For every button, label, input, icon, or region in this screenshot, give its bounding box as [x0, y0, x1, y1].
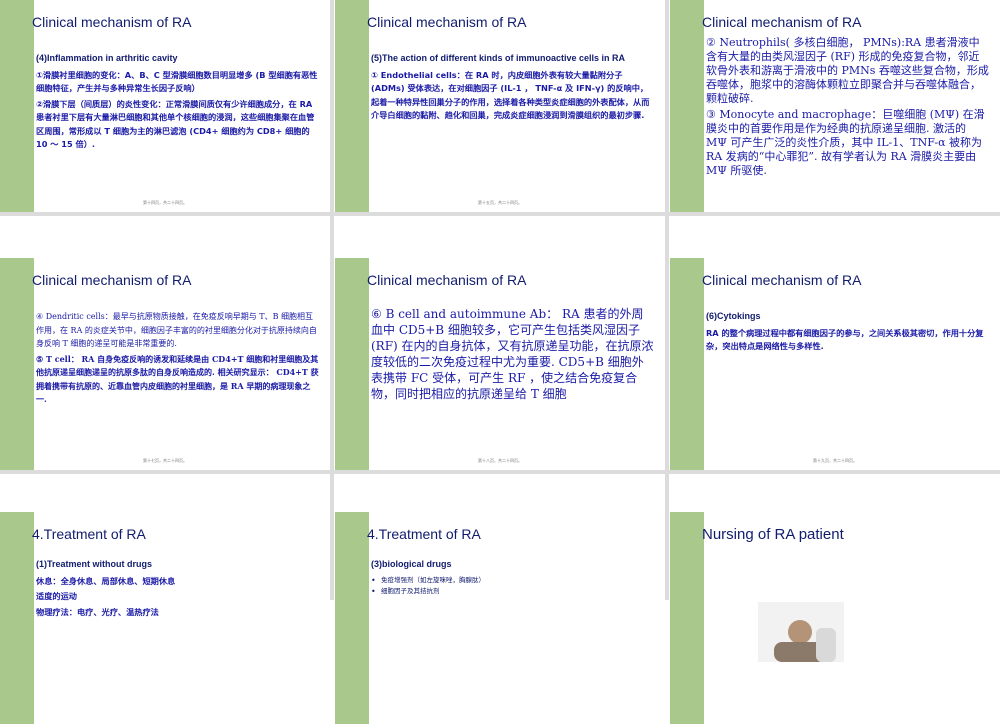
slide-accent-bar	[670, 512, 704, 724]
slide-accent-bar	[0, 512, 34, 724]
list-item: 细胞因子及其拮抗剂	[371, 586, 655, 597]
slide-body: ⑥ B cell and autoimmune Ab： RA 患者的外周血中 C…	[371, 306, 655, 404]
slide-thumbnail[interactable]: Clinical mechanism of RA (4)Inflammation…	[0, 0, 330, 212]
slide-accent-bar	[335, 512, 369, 724]
slide-accent-bar	[335, 258, 369, 470]
slide-thumbnail[interactable]: Clinical mechanism of RA ⑥ B cell and au…	[335, 258, 665, 470]
slide-thumbnail[interactable]: 4.Treatment of RA (1)Treatment without d…	[0, 512, 330, 724]
slide-accent-bar	[0, 0, 34, 212]
slide-paragraph: 休息：全身休息、局部休息、短期休息	[36, 575, 176, 586]
slide-thumbnail[interactable]: Clinical mechanism of RA ④ Dendritic cel…	[0, 258, 330, 470]
slide-accent-bar	[670, 258, 704, 470]
grid-divider	[0, 212, 1000, 216]
slide-title: Clinical mechanism of RA	[32, 272, 192, 288]
slide-paragraph: 适度的运动	[36, 591, 77, 601]
slide-body: (6)Cytokings RA 的整个病理过程中都有细胞因子的参与，之间关系极其…	[706, 310, 990, 356]
slide-accent-bar	[0, 258, 34, 470]
slide-paragraph: ② Neutrophils( 多核白细胞， PMNs):RA 患者滑液中含有大量…	[706, 36, 989, 105]
slide-footer: 第十八页，共二十四页。	[478, 458, 522, 463]
slide-thumbnail[interactable]: Clinical mechanism of RA (5)The action o…	[335, 0, 665, 212]
slide-accent-bar	[335, 0, 369, 212]
slide-paragraph: RA 的整个病理过程中都有细胞因子的参与，之间关系极其密切，作用十分复杂，突出特…	[706, 327, 984, 352]
slide-body: (3)biological drugs 免疫增强剂（如左旋咪唑，胸腺肽） 细胞因…	[371, 558, 655, 597]
slide-body: ④ Dendritic cells：最早与抗原物质接触，在免疫反响早期与 T、B…	[36, 310, 320, 409]
slide-title: Clinical mechanism of RA	[32, 14, 192, 30]
slide-heading: (1)Treatment without drugs	[36, 559, 153, 569]
slide-heading: (6)Cytokings	[706, 311, 761, 321]
slide-accent-bar	[670, 0, 704, 212]
slide-body: (4)Inflammation in arthritic cavity ①滑膜衬…	[36, 52, 320, 154]
slide-title: 4.Treatment of RA	[32, 526, 146, 542]
grid-divider	[330, 0, 334, 600]
patient-photo	[758, 602, 844, 662]
slide-footer: 第十五页，共二十四页。	[478, 200, 522, 205]
slide-sorter-grid: Clinical mechanism of RA (4)Inflammation…	[0, 0, 1000, 724]
bullet-list: 免疫增强剂（如左旋咪唑，胸腺肽） 细胞因子及其拮抗剂	[371, 575, 655, 597]
slide-title: Clinical mechanism of RA	[367, 272, 527, 288]
slide-thumbnail[interactable]: Clinical mechanism of RA (6)Cytokings RA…	[670, 258, 1000, 470]
slide-paragraph: ⑤ T cell： RA 自身免疫反响的诱发和延续是由 CD4+T 细胞和衬里细…	[36, 353, 319, 405]
slide-paragraph: ②滑膜下层（间质层）的炎性变化：正常滑膜间质仅有少许细胞成分，在 RA 患者衬里…	[36, 98, 315, 150]
slide-body: (5)The action of different kinds of immu…	[371, 52, 655, 125]
slide-title: Clinical mechanism of RA	[702, 14, 862, 30]
slide-title: 4.Treatment of RA	[367, 526, 481, 542]
slide-heading: (4)Inflammation in arthritic cavity	[36, 53, 178, 63]
grid-divider	[0, 470, 1000, 474]
slide-footer: 第十四页，共二十四页。	[143, 200, 187, 205]
slide-footer: 第十九页，共二十四页。	[813, 458, 857, 463]
grid-divider	[665, 0, 669, 600]
slide-thumbnail[interactable]: Clinical mechanism of RA ② Neutrophils( …	[670, 0, 1000, 212]
slide-title: Clinical mechanism of RA	[367, 14, 527, 30]
slide-paragraph: ③ Monocyte and macrophage：巨噬细胞 (MΨ) 在滑膜炎…	[706, 108, 985, 177]
slide-title: Clinical mechanism of RA	[702, 272, 862, 288]
slide-paragraph: 物理疗法：电疗、光疗、温热疗法	[36, 606, 159, 617]
list-item: 免疫增强剂（如左旋咪唑，胸腺肽）	[371, 575, 655, 586]
slide-body: ② Neutrophils( 多核白细胞， PMNs):RA 患者滑液中含有大量…	[706, 36, 990, 180]
slide-footer: 第十七页，共二十四页。	[143, 458, 187, 463]
slide-body: (1)Treatment without drugs 休息：全身休息、局部休息、…	[36, 558, 320, 621]
slide-heading: (3)biological drugs	[371, 559, 452, 569]
slide-paragraph: ①滑膜衬里细胞的变化：A、B、C 型滑膜细胞数目明显增多 (B 型细胞有恶性细胞…	[36, 69, 318, 94]
slide-paragraph: ④ Dendritic cells：最早与抗原物质接触，在免疫反响早期与 T、B…	[36, 312, 317, 348]
slide-thumbnail[interactable]: 4.Treatment of RA (3)biological drugs 免疫…	[335, 512, 665, 724]
slide-heading: (5)The action of different kinds of immu…	[371, 53, 626, 63]
slide-title: Nursing of RA patient	[702, 526, 844, 543]
slide-thumbnail[interactable]: Nursing of RA patient	[670, 512, 1000, 724]
slide-paragraph: ⑥ B cell and autoimmune Ab： RA 患者的外周血中 C…	[371, 307, 654, 401]
slide-paragraph: ① Endothelial cells：在 RA 时，内皮细胞外表有较大量黏附分…	[371, 69, 650, 121]
